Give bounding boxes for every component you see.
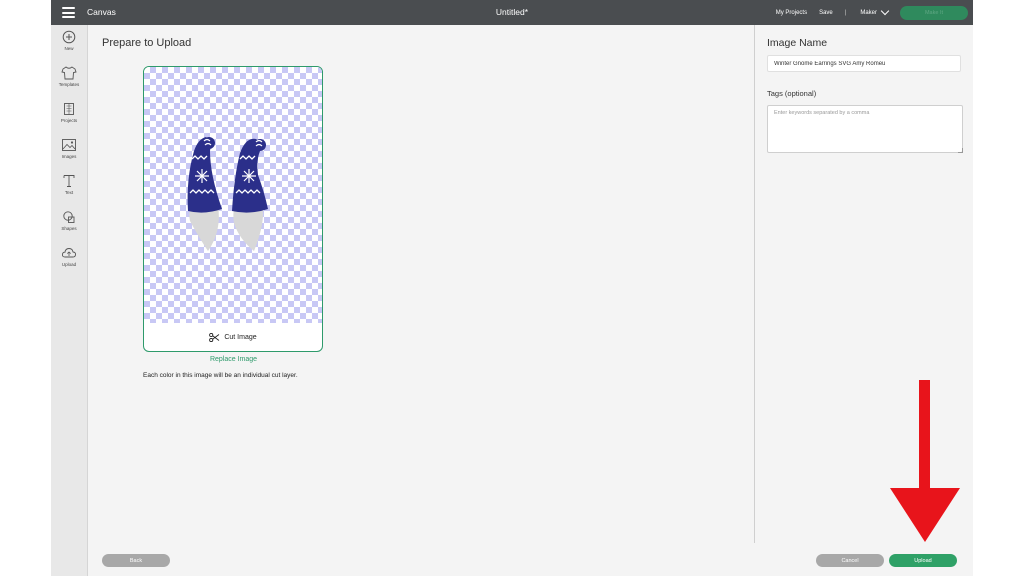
- divider: |: [844, 9, 847, 16]
- image-icon: [62, 139, 76, 151]
- image-name-input[interactable]: [767, 55, 961, 72]
- gnome-earrings-image: [187, 137, 268, 251]
- cut-layer-note: Each color in this image will be an indi…: [143, 372, 298, 379]
- page-title: Prepare to Upload: [102, 37, 192, 49]
- sidebar-item-images[interactable]: Images: [51, 138, 87, 172]
- sidebar-item-label: Shapes: [61, 226, 77, 231]
- footer-bar: Back Cancel Upload: [88, 543, 973, 576]
- cut-image-option[interactable]: Cut Image: [144, 323, 322, 351]
- app-title: Canvas: [87, 7, 116, 17]
- back-button[interactable]: Back: [102, 554, 170, 567]
- save-link[interactable]: Save: [819, 10, 833, 16]
- left-sidebar: New Templates Projects Images Text Shape…: [51, 25, 88, 576]
- image-name-heading: Image Name: [767, 37, 828, 49]
- top-right-actions: My Projects Save | Maker Make It: [776, 0, 973, 25]
- image-preview-card[interactable]: Cut Image: [143, 66, 323, 352]
- machine-label: Maker: [860, 9, 877, 16]
- red-arrow-icon: [890, 380, 960, 542]
- machine-select[interactable]: Maker: [860, 6, 890, 16]
- make-it-button[interactable]: Make It: [900, 5, 968, 20]
- cut-image-label: Cut Image: [224, 333, 257, 341]
- sidebar-item-label: Upload: [61, 262, 77, 267]
- replace-image-link[interactable]: Replace Image: [143, 356, 324, 363]
- sidebar-item-templates[interactable]: Templates: [51, 66, 87, 100]
- top-bar: Canvas Untitled* My Projects Save | Make…: [51, 0, 973, 25]
- hamburger-menu-icon[interactable]: [62, 7, 75, 18]
- sidebar-item-label: Text: [64, 190, 74, 195]
- tags-input[interactable]: [767, 105, 963, 153]
- document-title[interactable]: Untitled*: [496, 7, 528, 17]
- projects-icon: [64, 103, 74, 115]
- sidebar-item-projects[interactable]: Projects: [51, 102, 87, 136]
- cancel-button[interactable]: Cancel: [816, 554, 884, 567]
- sidebar-item-upload[interactable]: Upload: [51, 246, 87, 280]
- cricut-design-space-window: Canvas Untitled* My Projects Save | Make…: [51, 0, 973, 576]
- sidebar-item-label: New: [64, 46, 74, 51]
- sidebar-item-label: Images: [61, 154, 77, 159]
- resize-handle-icon[interactable]: [958, 148, 963, 153]
- shapes-icon: [63, 211, 75, 223]
- text-icon: [63, 175, 75, 187]
- tags-label: Tags (optional): [767, 89, 817, 98]
- sidebar-item-label: Projects: [60, 118, 78, 123]
- shirt-icon: [61, 66, 77, 80]
- my-projects-link[interactable]: My Projects: [776, 10, 807, 16]
- upload-button[interactable]: Upload: [889, 554, 957, 567]
- scissors-icon: [209, 332, 220, 342]
- sidebar-item-label: Templates: [58, 82, 80, 87]
- sidebar-item-shapes[interactable]: Shapes: [51, 210, 87, 244]
- plus-circle-icon: [62, 30, 76, 44]
- sidebar-item-text[interactable]: Text: [51, 174, 87, 208]
- sidebar-item-new[interactable]: New: [51, 30, 87, 64]
- chevron-down-icon: [880, 6, 890, 16]
- cloud-upload-icon: [61, 248, 76, 258]
